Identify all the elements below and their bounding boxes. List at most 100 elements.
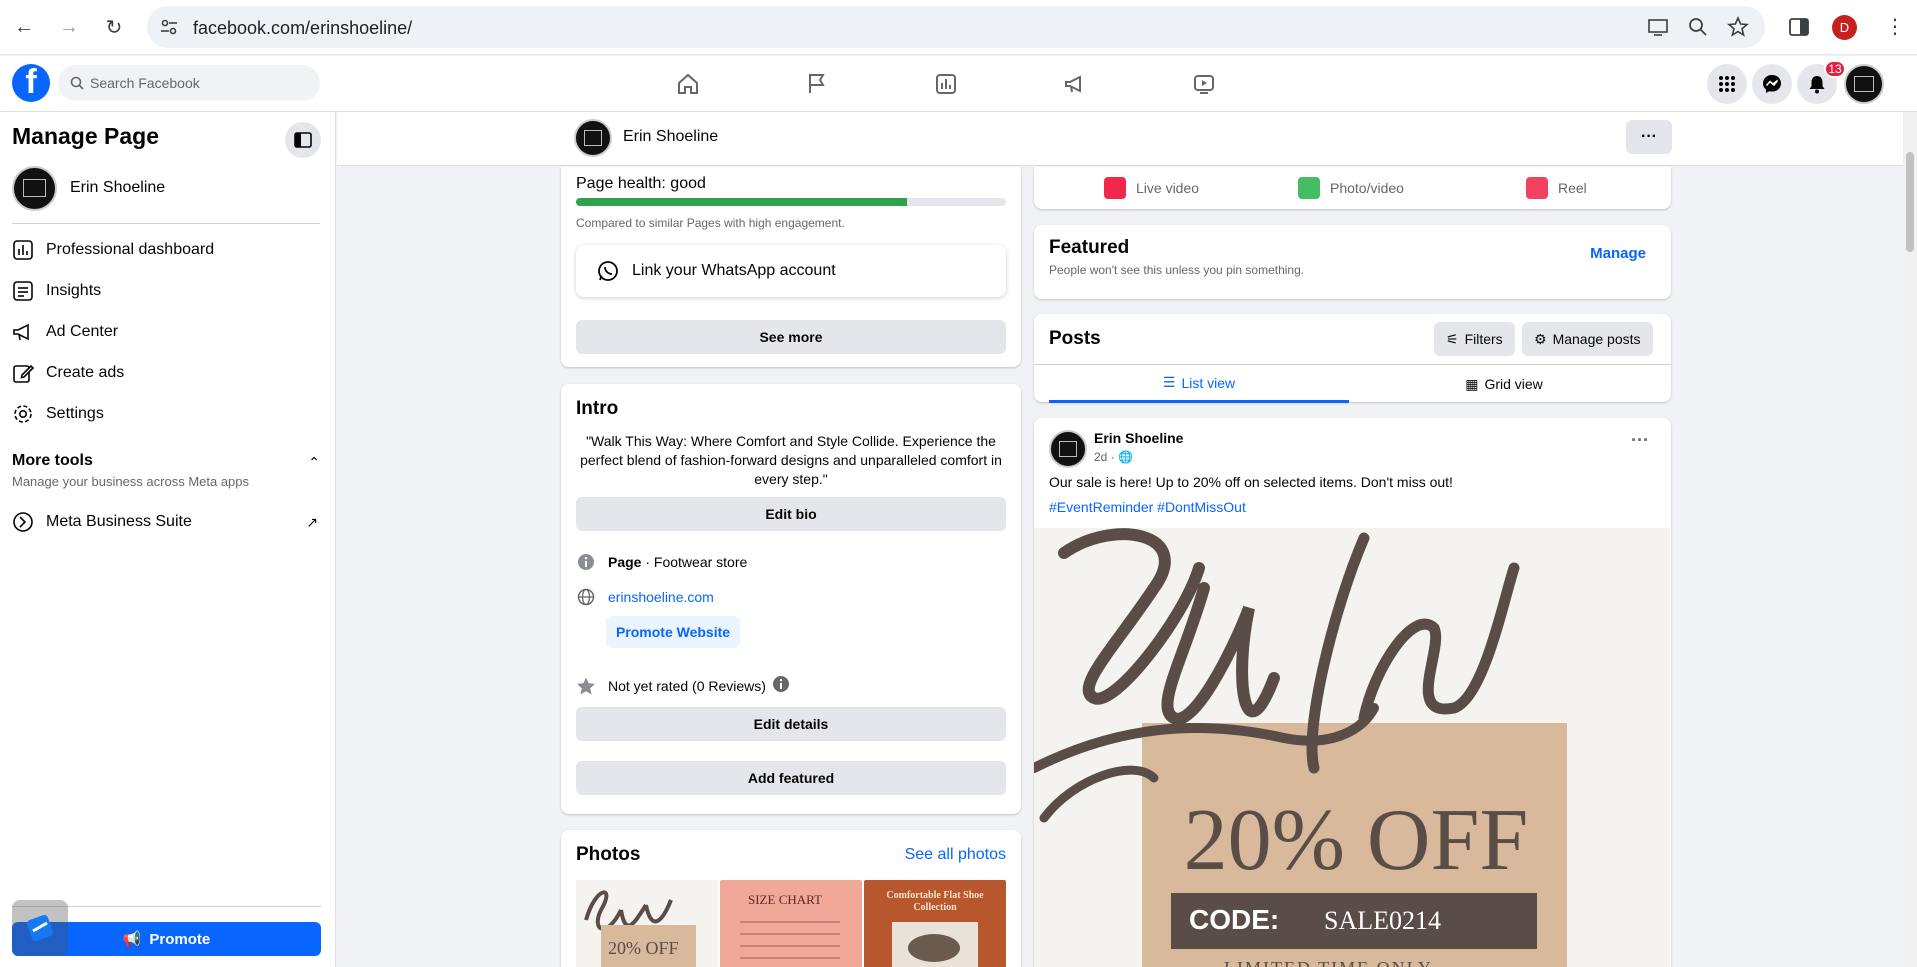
filters-label: Filters bbox=[1464, 331, 1503, 347]
reload-icon[interactable]: ↻ bbox=[100, 13, 128, 41]
sidebar-item-ad-center[interactable]: Ad Center bbox=[12, 314, 320, 350]
link-whatsapp-button[interactable]: Link your WhatsApp account bbox=[576, 245, 1006, 297]
filters-icon: ⚟ bbox=[1446, 330, 1459, 347]
intro-bio: "Walk This Way: Where Comfort and Style … bbox=[580, 433, 1002, 487]
featured-subtitle: People won't see this unless you pin som… bbox=[1049, 263, 1305, 277]
category-value: · Footwear store bbox=[641, 554, 748, 570]
browser-profile-avatar[interactable]: D bbox=[1832, 15, 1857, 40]
back-icon[interactable]: ← bbox=[10, 13, 38, 41]
meta-business-suite-label: Meta Business Suite bbox=[46, 513, 192, 530]
page-avatar bbox=[12, 165, 57, 211]
meta-business-suite-link[interactable]: Meta Business Suite ↗ bbox=[12, 504, 320, 540]
live-video-button[interactable]: Live video bbox=[1104, 177, 1199, 199]
page-scrollbar[interactable] bbox=[1903, 112, 1917, 967]
featured-title: Featured bbox=[1049, 237, 1130, 258]
website-row: erinshoeline.com bbox=[576, 587, 714, 607]
messenger-icon[interactable] bbox=[1752, 64, 1792, 104]
address-bar[interactable]: facebook.com/erinshoeline/ bbox=[147, 6, 1765, 48]
browser-toolbar: ← → ↻ facebook.com/erinshoeline/ D ⋮ bbox=[0, 0, 1917, 55]
sidebar-item-label: Ad Center bbox=[46, 323, 119, 340]
menu-grid-icon[interactable] bbox=[1707, 64, 1747, 104]
photo-video-label: Photo/video bbox=[1330, 180, 1404, 196]
scrollbar-thumb[interactable] bbox=[1906, 152, 1914, 252]
website-link[interactable]: erinshoeline.com bbox=[608, 589, 714, 605]
insights-nav-icon[interactable] bbox=[930, 68, 962, 100]
intro-title: Intro bbox=[576, 398, 619, 419]
reel-button[interactable]: Reel bbox=[1526, 177, 1587, 199]
photo-video-button[interactable]: Photo/video bbox=[1298, 177, 1404, 199]
megaphone-icon bbox=[13, 323, 29, 341]
whatsapp-icon bbox=[598, 261, 618, 281]
post-timestamp[interactable]: 2d · 🌐 bbox=[1094, 450, 1133, 464]
globe-icon: 🌐 bbox=[1118, 450, 1133, 464]
facebook-logo[interactable]: f bbox=[12, 64, 50, 102]
photo-icon bbox=[1298, 177, 1320, 199]
add-featured-button[interactable]: Add featured bbox=[576, 761, 1006, 795]
edit-icon bbox=[13, 364, 34, 383]
featured-manage-link[interactable]: Manage bbox=[1590, 245, 1646, 262]
page-health-fill bbox=[576, 198, 908, 206]
photos-title: Photos bbox=[576, 844, 641, 865]
page-more-button[interactable]: ··· bbox=[1626, 120, 1672, 154]
see-more-button[interactable]: See more bbox=[576, 320, 1006, 354]
photos-card: Photos See all photos 20% OFF SIZE CHART… bbox=[561, 830, 1021, 967]
install-app-icon[interactable] bbox=[1647, 16, 1669, 38]
photo-thumbnail[interactable]: Comfortable Flat Shoe Collection bbox=[864, 880, 1006, 967]
sidebar-item-insights[interactable]: Insights bbox=[12, 273, 320, 309]
thumb-offer-text: 20% OFF bbox=[608, 938, 679, 958]
posts-card: Posts ⚟ Filters ⚙ Manage posts ☰ List view … bbox=[1034, 314, 1671, 403]
video-nav-icon[interactable] bbox=[1188, 68, 1220, 100]
divider bbox=[12, 223, 320, 224]
category-row: Page · Footwear store bbox=[576, 552, 747, 572]
page-header: Erin Shoeline ··· bbox=[337, 112, 1903, 166]
sidebar-item-label: Create ads bbox=[46, 364, 125, 381]
collapse-sidebar-icon[interactable] bbox=[285, 122, 321, 158]
megaphone-nav-icon[interactable] bbox=[1059, 68, 1091, 100]
page-health-label: Page health: good bbox=[576, 175, 706, 192]
sidebar-item-settings[interactable]: Settings bbox=[12, 396, 320, 432]
rating-info-icon[interactable] bbox=[772, 675, 790, 696]
home-icon[interactable] bbox=[672, 68, 704, 100]
edit-bio-button[interactable]: Edit bio bbox=[576, 497, 1006, 531]
chevron-up-icon[interactable]: ⌃ bbox=[308, 454, 320, 471]
promote-website-button[interactable]: Promote Website bbox=[606, 616, 740, 648]
post-options-icon[interactable]: ··· bbox=[1631, 430, 1649, 451]
post-author-name[interactable]: Erin Shoeline bbox=[1094, 430, 1183, 446]
page-header-avatar[interactable] bbox=[574, 119, 612, 157]
post-hashtags[interactable]: #EventReminder #DontMissOut bbox=[1049, 499, 1246, 515]
manage-posts-button[interactable]: ⚙ Manage posts bbox=[1522, 322, 1653, 356]
sidebar-item-create-ads[interactable]: Create ads bbox=[12, 355, 320, 391]
tab-grid-view[interactable]: ▦ Grid view bbox=[1354, 365, 1654, 403]
posts-view-tabs: ☰ List view ▦ Grid view bbox=[1034, 364, 1671, 403]
featured-card: Featured People won't see this unless yo… bbox=[1034, 225, 1671, 299]
browser-menu-icon[interactable]: ⋮ bbox=[1885, 14, 1905, 39]
filters-button[interactable]: ⚟ Filters bbox=[1434, 322, 1515, 356]
post-author-avatar[interactable] bbox=[1049, 430, 1087, 468]
tab-list-view[interactable]: ☰ List view bbox=[1049, 365, 1349, 403]
page-health-card: Page health: good Compared to similar Pa… bbox=[561, 167, 1021, 367]
floating-extension-icon[interactable] bbox=[12, 900, 68, 956]
side-panel-icon[interactable] bbox=[1788, 16, 1810, 38]
sidebar-item-professional-dashboard[interactable]: Professional dashboard bbox=[12, 232, 320, 268]
photo-thumbnail[interactable]: 20% OFF bbox=[576, 880, 718, 967]
account-avatar[interactable] bbox=[1844, 64, 1884, 104]
more-tools-section[interactable]: More tools Manage your business across M… bbox=[12, 452, 320, 489]
post-image[interactable]: 20% OFF CODE: SALE0214 LIMITED TIME ONLY bbox=[1034, 528, 1670, 967]
post-text: Our sale is here! Up to 20% off on selec… bbox=[1049, 474, 1453, 490]
search-input[interactable]: Search Facebook bbox=[58, 65, 320, 101]
page-header-name[interactable]: Erin Shoeline bbox=[623, 128, 718, 146]
edit-details-button[interactable]: Edit details bbox=[576, 707, 1006, 741]
site-settings-icon[interactable] bbox=[159, 17, 179, 37]
post-time-text: 2d · bbox=[1094, 450, 1115, 464]
flag-icon[interactable] bbox=[801, 68, 833, 100]
manage-posts-label: Manage posts bbox=[1552, 331, 1641, 347]
sidebar-page-profile[interactable]: Erin Shoeline bbox=[12, 164, 312, 212]
zoom-icon[interactable] bbox=[1687, 16, 1709, 38]
see-all-photos-link[interactable]: See all photos bbox=[905, 846, 1006, 864]
forward-icon[interactable]: → bbox=[55, 13, 83, 41]
photo-thumbnail[interactable]: SIZE CHART bbox=[720, 880, 862, 967]
bookmark-star-icon[interactable] bbox=[1727, 16, 1749, 38]
manage-page-sidebar: Manage Page Erin Shoeline Professional d… bbox=[0, 112, 336, 967]
rating-row: Not yet rated (0 Reviews) bbox=[576, 675, 790, 696]
globe-icon bbox=[576, 587, 596, 607]
